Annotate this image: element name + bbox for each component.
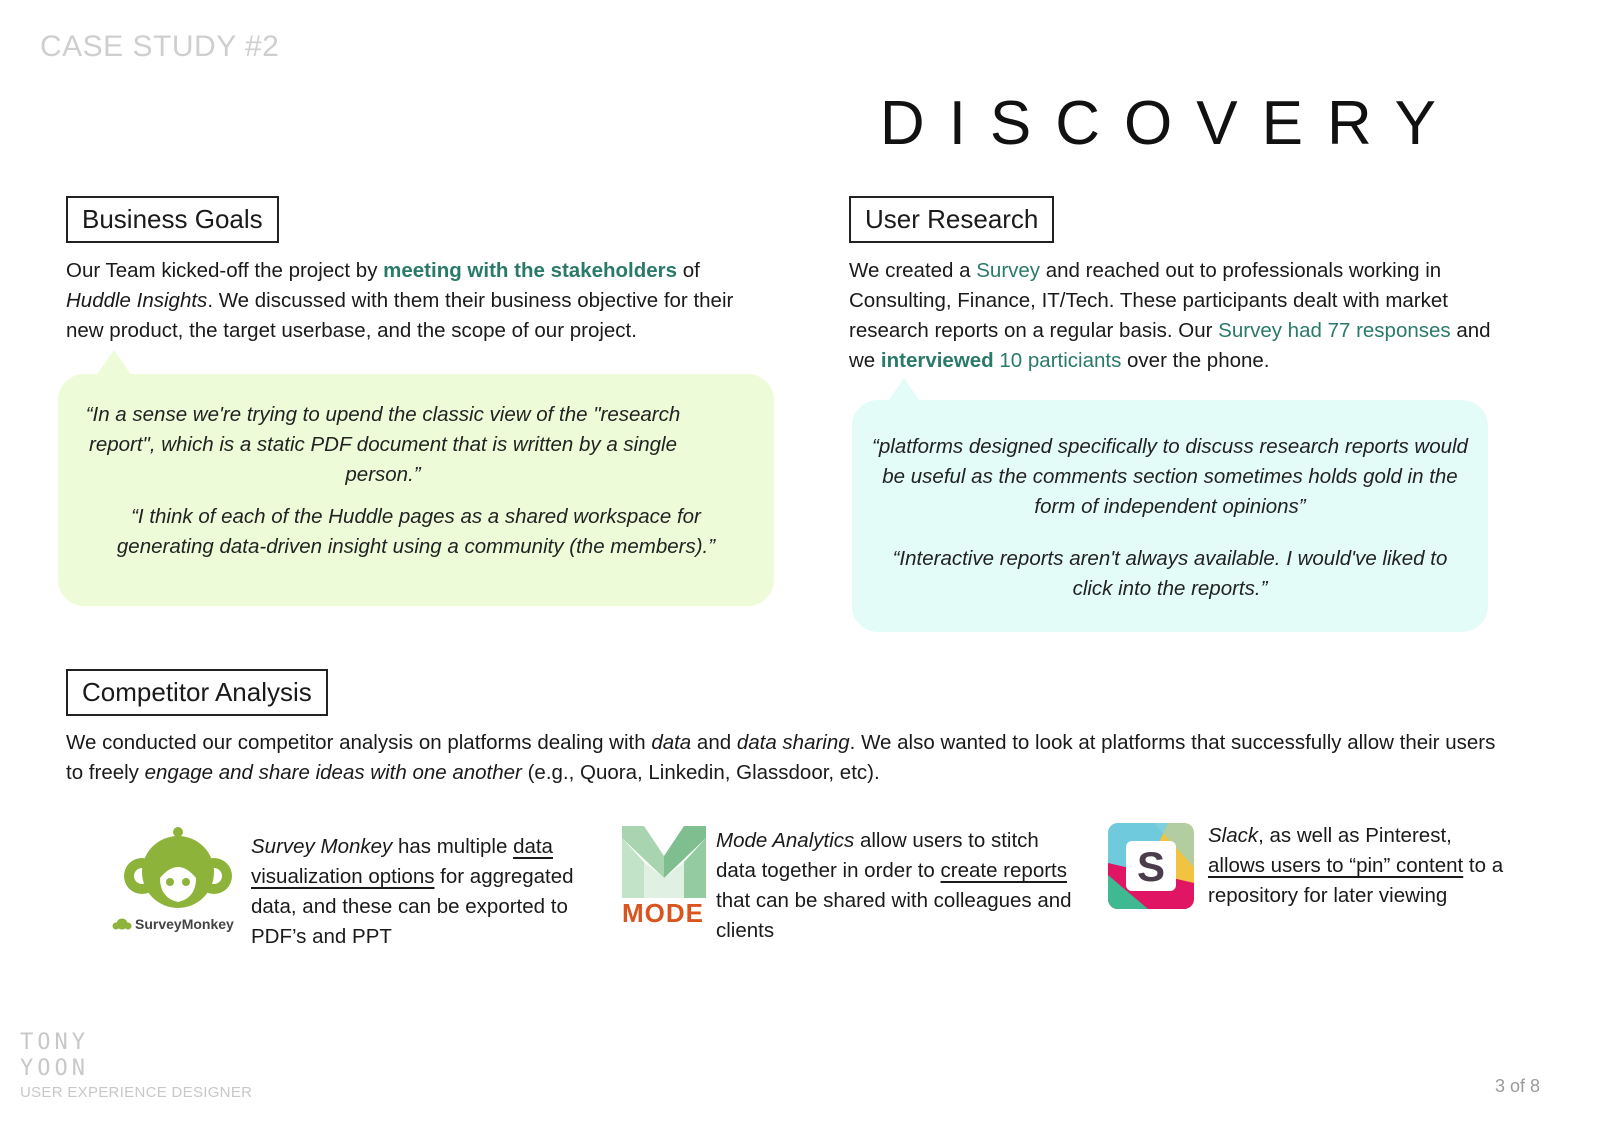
survey-highlight: Survey [976,259,1041,282]
user-quote-bubble: “platforms designed specifically to disc… [852,400,1488,632]
competitor-analysis-heading: Competitor Analysis [66,669,328,716]
author-name: TONY YOON [20,1030,89,1081]
business-goals-heading: Business Goals [66,196,279,243]
monkey-mini-icon [112,918,132,930]
survey-responses-highlight: Survey had 77 responses [1218,319,1451,342]
slack-logo: S [1108,823,1194,909]
mode-wordmark: MODE [622,898,704,928]
stakeholder-quote-2: “I think of each of the Huddle pages as … [116,505,716,558]
user-quote-2: “Interactive reports aren't always avail… [892,547,1448,600]
competitor-analysis-text: We conducted our competitor analysis on … [66,731,1496,784]
mode-analytics-description: Mode Analytics allow users to stitch dat… [716,829,1072,942]
slack-letter: S [1137,843,1165,890]
pin-content-link[interactable]: allows users to “pin” content [1208,854,1463,877]
mode-m-icon [622,826,706,898]
user-research-heading: User Research [849,196,1055,243]
company-name: Huddle Insights [66,289,208,312]
monkey-icon [124,827,232,908]
bubble-tail [96,350,132,376]
page-title: DISCOVERY [879,89,1460,158]
stakeholder-quote-bubble: “In a sense we're trying to upend the cl… [58,374,774,606]
slack-description: Slack, as well as Pinterest, allows user… [1208,824,1504,907]
page-number: 3 of 8 [1494,1076,1540,1096]
interviewed-highlight: interviewed [880,349,994,372]
participants-highlight: 10 particiants [993,349,1122,372]
surveymonkey-logo: SurveyMonkey [112,826,246,938]
user-research-text: We created a Survey and reached out to p… [849,259,1491,372]
user-quote-1: “platforms designed specifically to disc… [872,435,1468,518]
create-reports-link[interactable]: create reports [941,859,1067,882]
author-role: USER EXPERIENCE DESIGNER [20,1084,253,1101]
case-study-label: CASE STUDY #2 [40,30,280,63]
stakeholder-quote-1: “In a sense we're trying to upend the cl… [85,403,681,486]
business-goals-text: Our Team kicked-off the project by meeti… [66,259,734,342]
mode-analytics-logo: MODE [622,826,708,928]
slack-icon: S [1108,823,1194,909]
stakeholders-highlight: meeting with the stakeholders [383,259,678,282]
surveymonkey-wordmark: SurveyMonkey [135,916,234,932]
surveymonkey-description: Survey Monkey has multiple data visualiz… [251,835,574,948]
